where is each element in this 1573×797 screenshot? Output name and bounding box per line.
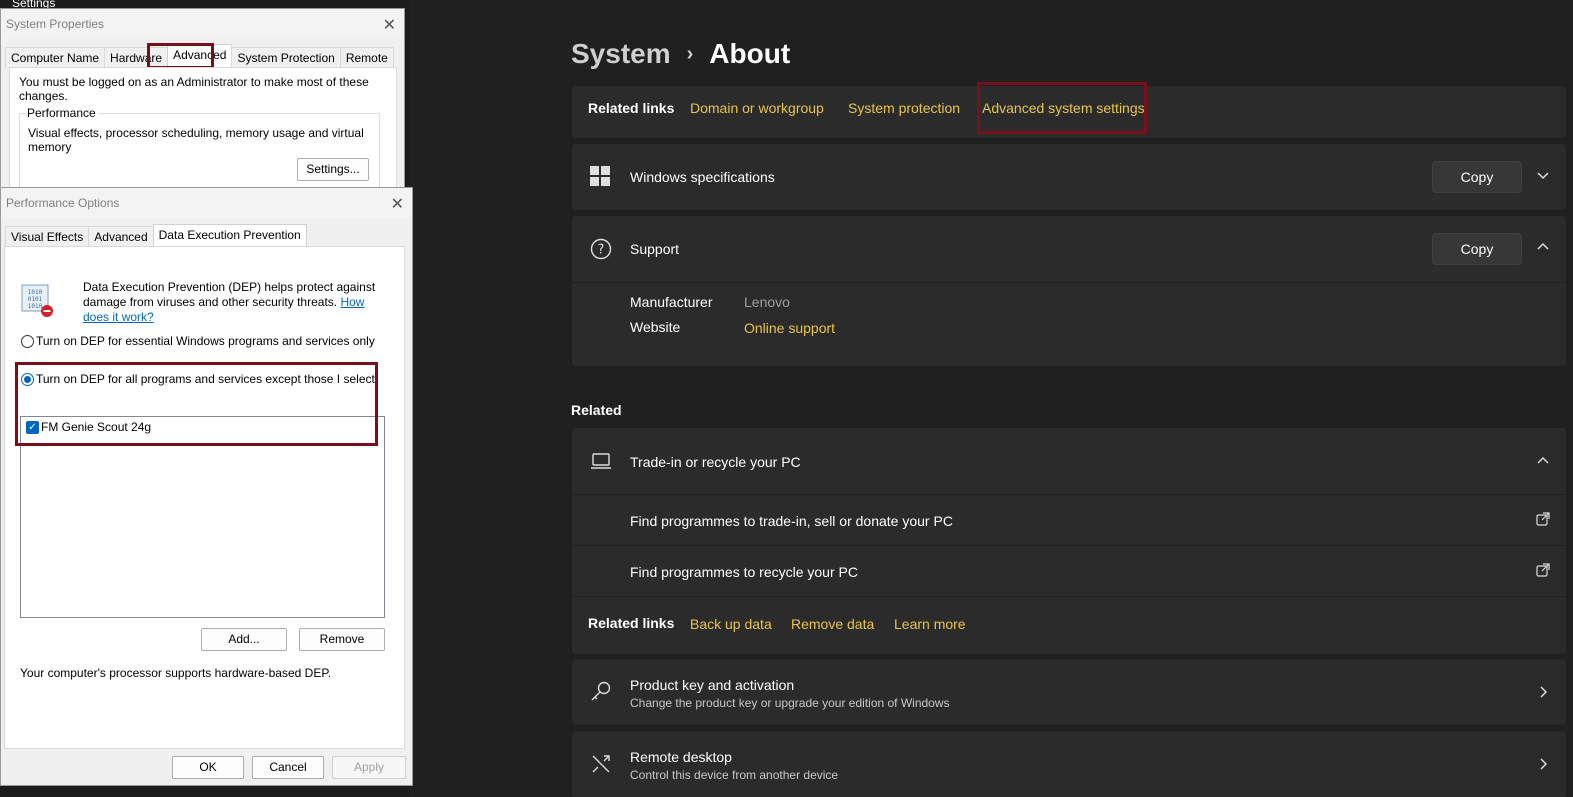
tab-system-protection[interactable]: System Protection — [231, 47, 341, 68]
add-button[interactable]: Add... — [201, 628, 287, 651]
windows-logo-icon — [590, 166, 610, 191]
windows-specs-card[interactable]: Windows specifications Copy — [572, 144, 1566, 210]
chevron-up-icon[interactable] — [1536, 454, 1550, 471]
performance-options-tabs: Visual Effects Advanced Data Execution P… — [5, 224, 307, 247]
remove-data-link[interactable]: Remove data — [791, 616, 874, 632]
windows-specs-copy-button[interactable]: Copy — [1432, 161, 1522, 193]
product-key-card[interactable]: Product key and activation Change the pr… — [572, 659, 1566, 725]
remove-button[interactable]: Remove — [299, 628, 385, 651]
dep-program-list[interactable]: ✓ FM Genie Scout 24g — [20, 416, 385, 618]
trade-in-divider-2 — [572, 545, 1566, 546]
laptop-icon — [590, 452, 612, 475]
support-card: ? Support Copy Manufacturer Lenovo Websi… — [572, 216, 1566, 366]
chevron-up-icon[interactable] — [1536, 240, 1550, 257]
performance-options-title: Performance Options — [6, 196, 120, 210]
apply-button[interactable]: Apply — [332, 756, 406, 779]
system-properties-dialog: System Properties ✕ Computer Name Hardwa… — [0, 8, 405, 208]
related-links-title-2: Related links — [588, 615, 675, 631]
dep-shield-icon: 1010 0101 1010 — [18, 283, 54, 322]
how-does-it-work-link[interactable]: does it work? — [83, 310, 154, 324]
performance-settings-button[interactable]: Settings... — [297, 158, 369, 181]
admin-note: You must be logged on as an Administrato… — [19, 75, 369, 103]
remote-desktop-subtitle: Control this device from another device — [630, 768, 839, 782]
close-icon[interactable]: ✕ — [383, 15, 396, 35]
help-icon: ? — [590, 238, 612, 265]
dep-tab-panel: 1010 0101 1010 Data Execution Prevention… — [4, 246, 405, 749]
tab-data-execution-prevention[interactable]: Data Execution Prevention — [152, 224, 307, 247]
trade-in-title[interactable]: Trade-in or recycle your PC — [630, 454, 801, 470]
external-link-icon — [1536, 512, 1550, 529]
recycle-pc-link[interactable]: Find programmes to recycle your PC — [630, 564, 858, 580]
related-links-title: Related links — [588, 100, 675, 116]
page-title: About — [709, 38, 791, 69]
remote-desktop-title: Remote desktop — [630, 749, 732, 765]
tab-remote[interactable]: Remote — [339, 47, 394, 68]
domain-workgroup-link[interactable]: Domain or workgroup — [690, 100, 824, 116]
chevron-right-icon — [1536, 685, 1550, 702]
how-link[interactable]: How — [340, 295, 364, 309]
back-up-data-link[interactable]: Back up data — [690, 616, 772, 632]
website-label: Website — [630, 319, 681, 335]
chevron-right-icon — [1536, 757, 1550, 774]
related-links-bar: Related links Domain or workgroup System… — [572, 82, 1566, 138]
highlight-dep-selection — [15, 362, 378, 446]
chevron-down-icon[interactable] — [1536, 168, 1550, 185]
system-properties-titlebar[interactable]: System Properties ✕ — [1, 9, 404, 39]
key-icon — [590, 680, 612, 707]
manufacturer-value: Lenovo — [744, 294, 790, 310]
remote-desktop-card[interactable]: Remote desktop Control this device from … — [572, 731, 1566, 797]
product-key-title: Product key and activation — [630, 677, 795, 693]
dep-description: Data Execution Prevention (DEP) helps pr… — [83, 280, 383, 325]
breadcrumb: System › About — [571, 38, 790, 70]
trade-in-card: Trade-in or recycle your PC Find program… — [572, 428, 1566, 654]
performance-label: Performance — [25, 106, 98, 120]
svg-text:0101: 0101 — [28, 296, 43, 303]
support-copy-button[interactable]: Copy — [1432, 233, 1522, 265]
product-key-subtitle: Change the product key or upgrade your e… — [630, 696, 950, 710]
performance-desc: Visual effects, processor scheduling, me… — [28, 126, 364, 154]
breadcrumb-chevron-icon: › — [686, 42, 694, 65]
trade-in-sell-donate-link[interactable]: Find programmes to trade-in, sell or don… — [630, 513, 953, 529]
dep-description-text: Data Execution Prevention (DEP) helps pr… — [83, 280, 376, 309]
dep-essential-label[interactable]: Turn on DEP for essential Windows progra… — [36, 334, 375, 348]
related-section-title: Related — [571, 402, 622, 418]
breadcrumb-system[interactable]: System — [571, 38, 671, 70]
cancel-button[interactable]: Cancel — [252, 756, 324, 779]
online-support-link[interactable]: Online support — [744, 320, 835, 336]
remote-desktop-icon — [590, 753, 612, 780]
system-protection-link[interactable]: System protection — [848, 100, 960, 116]
tab-advanced-perf[interactable]: Advanced — [88, 226, 154, 247]
dep-essential-radio[interactable] — [21, 335, 34, 348]
hardware-dep-note: Your computer's processor supports hardw… — [20, 666, 332, 680]
external-link-icon — [1536, 563, 1550, 580]
support-title: Support — [630, 241, 680, 257]
svg-text:?: ? — [598, 243, 605, 258]
system-properties-title: System Properties — [6, 17, 105, 31]
trade-in-divider-3 — [572, 596, 1566, 597]
svg-text:1010: 1010 — [28, 303, 43, 310]
close-icon[interactable]: ✕ — [391, 194, 404, 214]
highlight-advanced-tab — [147, 43, 214, 69]
manufacturer-label: Manufacturer — [630, 294, 713, 310]
highlight-advanced-settings — [977, 82, 1147, 134]
ok-button[interactable]: OK — [172, 756, 244, 779]
tab-computer-name[interactable]: Computer Name — [5, 47, 106, 68]
windows-specs-title: Windows specifications — [630, 169, 775, 185]
trade-in-divider — [572, 494, 1566, 495]
svg-text:1010: 1010 — [28, 289, 43, 296]
performance-options-dialog: Performance Options ✕ Visual Effects Adv… — [0, 187, 413, 786]
learn-more-link[interactable]: Learn more — [894, 616, 966, 632]
tab-visual-effects[interactable]: Visual Effects — [5, 226, 90, 247]
performance-options-titlebar[interactable]: Performance Options ✕ — [1, 188, 412, 218]
advanced-tab-panel: You must be logged on as an Administrato… — [9, 67, 397, 207]
support-divider — [572, 282, 1566, 283]
